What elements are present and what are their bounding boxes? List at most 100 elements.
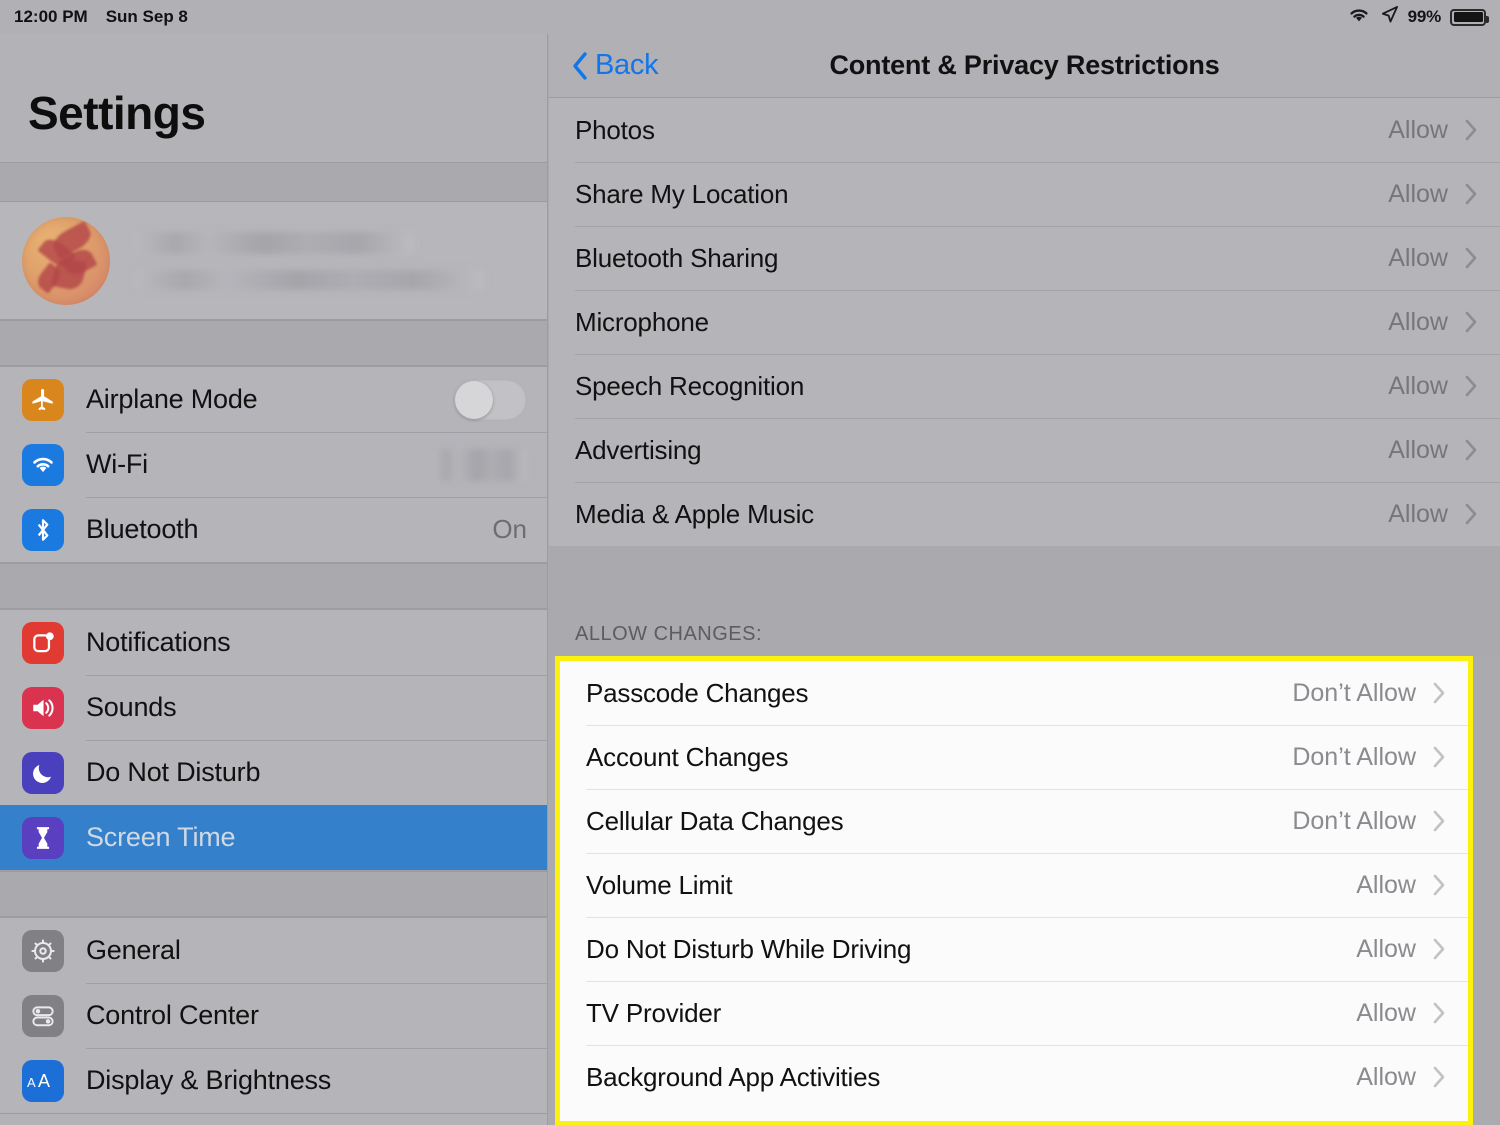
- sidebar-item-label: Screen Time: [86, 822, 236, 852]
- location-arrow-icon: [1380, 5, 1399, 29]
- row-value: Allow: [1388, 179, 1448, 208]
- row-value: Don’t Allow: [1292, 806, 1416, 835]
- sidebar-item-label: Display & Brightness: [86, 1065, 332, 1095]
- row-label: Passcode Changes: [586, 677, 809, 708]
- row-label: Speech Recognition: [575, 370, 805, 401]
- chevron-right-icon: [1464, 182, 1478, 206]
- wifi-icon: [1347, 6, 1371, 29]
- row-value: Allow: [1356, 998, 1416, 1027]
- chevron-right-icon: [1432, 1001, 1446, 1025]
- back-button[interactable]: Back: [571, 49, 659, 82]
- row-label: Advertising: [575, 434, 702, 465]
- sidebar-item-sounds[interactable]: Sounds: [0, 675, 547, 740]
- airplane-mode-toggle[interactable]: [453, 378, 527, 421]
- row-label: Photos: [575, 114, 655, 145]
- chevron-right-icon: [1464, 502, 1478, 526]
- sidebar-item-apple-id-profile[interactable]: [0, 202, 547, 320]
- sidebar-item-label: Sounds: [86, 692, 177, 722]
- sidebar-item-display-brightness[interactable]: A A Display & Brightness: [0, 1048, 547, 1113]
- row-value: Don’t Allow: [1292, 742, 1416, 771]
- sidebar-item-label: Notifications: [86, 627, 231, 657]
- profile-name-redacted: [136, 231, 414, 254]
- chevron-right-icon: [1432, 937, 1446, 961]
- status-bar: 12:00 PM Sun Sep 8 99%: [0, 0, 1500, 34]
- table-row[interactable]: Speech Recognition Allow: [549, 354, 1500, 418]
- chevron-left-icon: [571, 51, 589, 81]
- bluetooth-icon: [22, 508, 64, 551]
- row-label: Bluetooth Sharing: [575, 242, 779, 273]
- chevron-right-icon: [1464, 118, 1478, 142]
- sidebar-divider-1: [0, 320, 547, 366]
- bluetooth-status-value: On: [492, 514, 527, 544]
- battery-percent: 99%: [1407, 7, 1442, 26]
- table-row[interactable]: Volume Limit Allow: [560, 853, 1468, 917]
- status-date: Sun Sep 8: [105, 7, 188, 26]
- sidebar-item-notifications[interactable]: Notifications: [0, 610, 547, 675]
- sidebar-item-label: Bluetooth: [86, 514, 199, 544]
- back-button-label: Back: [595, 49, 659, 81]
- sidebar-item-label: Do Not Disturb: [86, 757, 261, 787]
- chevron-right-icon: [1432, 745, 1446, 769]
- sidebar-group-alerts: Notifications Sounds Do Not Disturb Scre…: [0, 609, 547, 871]
- chevron-right-icon: [1464, 310, 1478, 334]
- page-title: Settings: [28, 87, 206, 139]
- row-label: Volume Limit: [586, 869, 733, 900]
- sidebar-item-label: Control Center: [86, 1000, 259, 1030]
- table-row[interactable]: Do Not Disturb While Driving Allow: [560, 917, 1468, 981]
- row-label: Microphone: [575, 306, 709, 337]
- sidebar-item-control-center[interactable]: Control Center: [0, 983, 547, 1048]
- profile-subtitle-redacted: [136, 269, 484, 290]
- section-gap: [549, 546, 1500, 602]
- row-value: Allow: [1388, 243, 1448, 272]
- table-row[interactable]: Advertising Allow: [549, 418, 1500, 482]
- row-value: Allow: [1388, 499, 1448, 528]
- table-row[interactable]: Media & Apple Music Allow: [549, 482, 1500, 546]
- chevron-right-icon: [1464, 438, 1478, 462]
- moon-icon: [22, 751, 64, 794]
- display-brightness-icon: A A: [22, 1059, 64, 1102]
- sounds-icon: [22, 686, 64, 729]
- wifi-icon: [22, 443, 64, 486]
- chevron-right-icon: [1432, 1065, 1446, 1089]
- sidebar-item-screen-time[interactable]: Screen Time: [0, 805, 547, 870]
- nav-title: Content & Privacy Restrictions: [829, 50, 1220, 80]
- chevron-right-icon: [1432, 809, 1446, 833]
- wifi-network-redacted: [433, 448, 527, 481]
- row-value: Allow: [1356, 1062, 1416, 1091]
- table-row[interactable]: Cellular Data Changes Don’t Allow: [560, 789, 1468, 853]
- table-row[interactable]: Background App Activities Allow: [560, 1045, 1468, 1109]
- sidebar-item-label: General: [86, 935, 181, 965]
- status-bar-left: 12:00 PM Sun Sep 8: [14, 7, 188, 27]
- svg-text:A: A: [38, 1071, 50, 1091]
- table-row[interactable]: Share My Location Allow: [549, 162, 1500, 226]
- row-label: Cellular Data Changes: [586, 805, 844, 836]
- sidebar-item-label: Wi-Fi: [86, 449, 148, 479]
- chevron-right-icon: [1464, 246, 1478, 270]
- table-row[interactable]: Bluetooth Sharing Allow: [549, 226, 1500, 290]
- row-label: Background App Activities: [586, 1061, 881, 1092]
- sidebar-item-airplane-mode[interactable]: Airplane Mode: [0, 367, 547, 432]
- table-row[interactable]: Account Changes Don’t Allow: [560, 725, 1468, 789]
- sidebar-item-wifi[interactable]: Wi-Fi: [0, 432, 547, 497]
- settings-sidebar[interactable]: Settings Airplane Mode Wi-Fi Bluetooth O…: [0, 34, 548, 1125]
- group-bottom-padding: [560, 1109, 1468, 1121]
- row-value: Allow: [1356, 870, 1416, 899]
- svg-text:A: A: [27, 1075, 36, 1090]
- table-row[interactable]: TV Provider Allow: [560, 981, 1468, 1045]
- table-row[interactable]: Microphone Allow: [549, 290, 1500, 354]
- row-label: Share My Location: [575, 178, 789, 209]
- notifications-icon: [22, 621, 64, 664]
- row-value: Allow: [1356, 934, 1416, 963]
- status-time: 12:00 PM: [14, 7, 88, 26]
- sidebar-group-system: General Control Center A A Display & Bri…: [0, 917, 547, 1114]
- table-row[interactable]: Photos Allow: [549, 98, 1500, 162]
- row-value: Allow: [1388, 435, 1448, 464]
- sidebar-item-do-not-disturb[interactable]: Do Not Disturb: [0, 740, 547, 805]
- sidebar-item-bluetooth[interactable]: Bluetooth On: [0, 497, 547, 562]
- hourglass-icon: [22, 816, 64, 859]
- row-value: Allow: [1388, 371, 1448, 400]
- table-row[interactable]: Passcode Changes Don’t Allow: [560, 661, 1468, 725]
- row-label: TV Provider: [586, 997, 722, 1028]
- sidebar-item-general[interactable]: General: [0, 918, 547, 983]
- sidebar-group-connectivity: Airplane Mode Wi-Fi Bluetooth On: [0, 366, 547, 563]
